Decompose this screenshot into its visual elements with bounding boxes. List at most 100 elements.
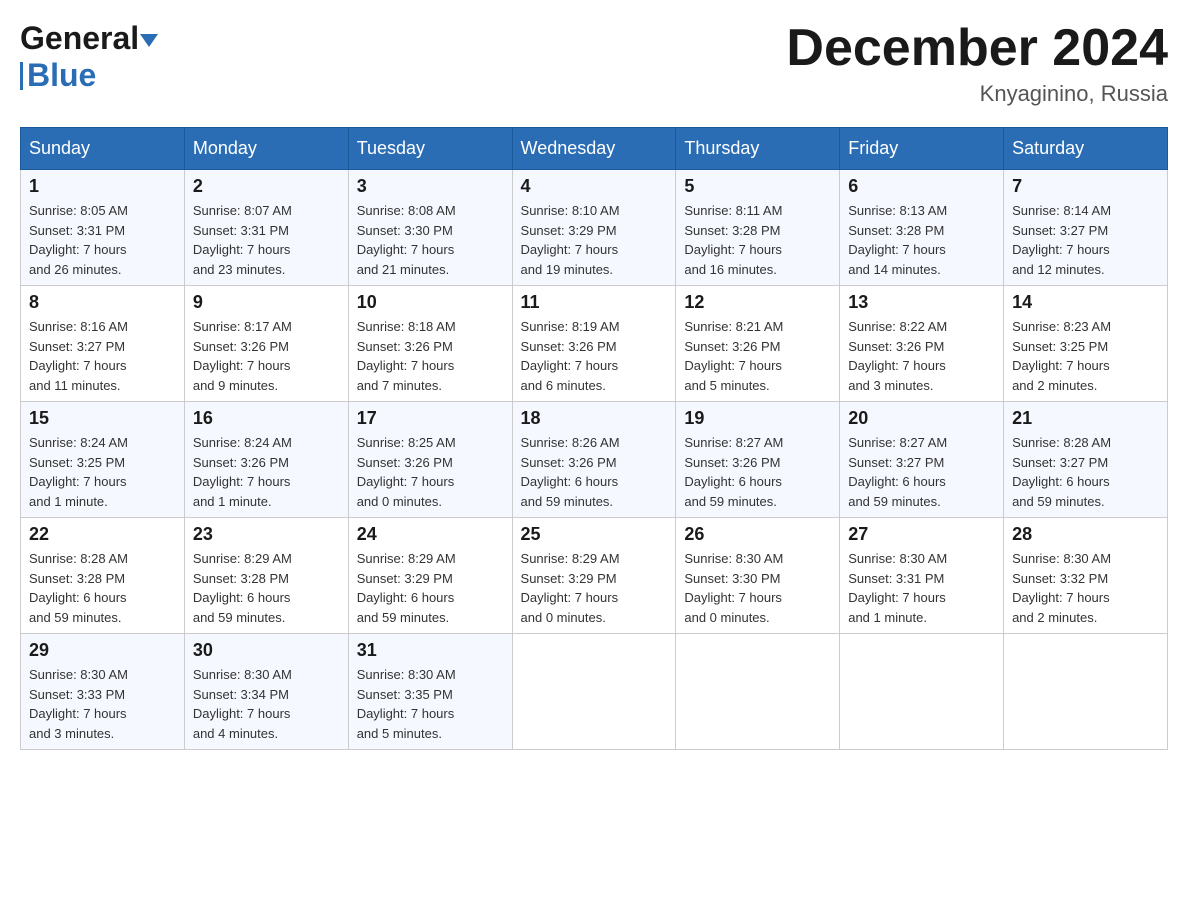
day-info: Sunrise: 8:30 AMSunset: 3:34 PMDaylight:… — [193, 665, 340, 743]
col-tuesday: Tuesday — [348, 128, 512, 170]
table-row — [840, 634, 1004, 750]
day-number: 17 — [357, 408, 504, 429]
table-row: 22 Sunrise: 8:28 AMSunset: 3:28 PMDaylig… — [21, 518, 185, 634]
table-row: 18 Sunrise: 8:26 AMSunset: 3:26 PMDaylig… — [512, 402, 676, 518]
logo-triangle-icon — [140, 34, 158, 47]
day-info: Sunrise: 8:26 AMSunset: 3:26 PMDaylight:… — [521, 433, 668, 511]
logo: General Blue — [20, 20, 158, 94]
day-number: 4 — [521, 176, 668, 197]
day-info: Sunrise: 8:27 AMSunset: 3:27 PMDaylight:… — [848, 433, 995, 511]
day-number: 3 — [357, 176, 504, 197]
table-row: 3 Sunrise: 8:08 AMSunset: 3:30 PMDayligh… — [348, 170, 512, 286]
day-info: Sunrise: 8:05 AMSunset: 3:31 PMDaylight:… — [29, 201, 176, 279]
day-info: Sunrise: 8:16 AMSunset: 3:27 PMDaylight:… — [29, 317, 176, 395]
day-number: 7 — [1012, 176, 1159, 197]
day-info: Sunrise: 8:30 AMSunset: 3:35 PMDaylight:… — [357, 665, 504, 743]
table-row — [1004, 634, 1168, 750]
table-row: 14 Sunrise: 8:23 AMSunset: 3:25 PMDaylig… — [1004, 286, 1168, 402]
table-row: 8 Sunrise: 8:16 AMSunset: 3:27 PMDayligh… — [21, 286, 185, 402]
logo-bar-icon — [20, 62, 23, 90]
day-number: 2 — [193, 176, 340, 197]
table-row: 31 Sunrise: 8:30 AMSunset: 3:35 PMDaylig… — [348, 634, 512, 750]
page-header: General Blue December 2024 Knyaginino, R… — [20, 20, 1168, 107]
col-sunday: Sunday — [21, 128, 185, 170]
table-row: 23 Sunrise: 8:29 AMSunset: 3:28 PMDaylig… — [184, 518, 348, 634]
day-info: Sunrise: 8:11 AMSunset: 3:28 PMDaylight:… — [684, 201, 831, 279]
day-number: 26 — [684, 524, 831, 545]
day-info: Sunrise: 8:13 AMSunset: 3:28 PMDaylight:… — [848, 201, 995, 279]
table-row — [676, 634, 840, 750]
table-row: 26 Sunrise: 8:30 AMSunset: 3:30 PMDaylig… — [676, 518, 840, 634]
day-number: 24 — [357, 524, 504, 545]
day-number: 1 — [29, 176, 176, 197]
day-info: Sunrise: 8:25 AMSunset: 3:26 PMDaylight:… — [357, 433, 504, 511]
day-number: 23 — [193, 524, 340, 545]
day-number: 9 — [193, 292, 340, 313]
day-number: 6 — [848, 176, 995, 197]
logo-general-text: General — [20, 20, 139, 57]
table-row: 2 Sunrise: 8:07 AMSunset: 3:31 PMDayligh… — [184, 170, 348, 286]
day-number: 16 — [193, 408, 340, 429]
calendar-week-1: 1 Sunrise: 8:05 AMSunset: 3:31 PMDayligh… — [21, 170, 1168, 286]
table-row: 10 Sunrise: 8:18 AMSunset: 3:26 PMDaylig… — [348, 286, 512, 402]
table-row: 9 Sunrise: 8:17 AMSunset: 3:26 PMDayligh… — [184, 286, 348, 402]
day-number: 8 — [29, 292, 176, 313]
month-title: December 2024 — [786, 20, 1168, 77]
day-info: Sunrise: 8:14 AMSunset: 3:27 PMDaylight:… — [1012, 201, 1159, 279]
day-info: Sunrise: 8:27 AMSunset: 3:26 PMDaylight:… — [684, 433, 831, 511]
day-info: Sunrise: 8:29 AMSunset: 3:28 PMDaylight:… — [193, 549, 340, 627]
day-number: 14 — [1012, 292, 1159, 313]
table-row: 4 Sunrise: 8:10 AMSunset: 3:29 PMDayligh… — [512, 170, 676, 286]
col-thursday: Thursday — [676, 128, 840, 170]
table-row: 12 Sunrise: 8:21 AMSunset: 3:26 PMDaylig… — [676, 286, 840, 402]
day-info: Sunrise: 8:29 AMSunset: 3:29 PMDaylight:… — [521, 549, 668, 627]
day-number: 15 — [29, 408, 176, 429]
day-number: 10 — [357, 292, 504, 313]
calendar-week-3: 15 Sunrise: 8:24 AMSunset: 3:25 PMDaylig… — [21, 402, 1168, 518]
day-info: Sunrise: 8:10 AMSunset: 3:29 PMDaylight:… — [521, 201, 668, 279]
day-info: Sunrise: 8:07 AMSunset: 3:31 PMDaylight:… — [193, 201, 340, 279]
calendar-week-4: 22 Sunrise: 8:28 AMSunset: 3:28 PMDaylig… — [21, 518, 1168, 634]
day-number: 25 — [521, 524, 668, 545]
table-row: 16 Sunrise: 8:24 AMSunset: 3:26 PMDaylig… — [184, 402, 348, 518]
day-number: 5 — [684, 176, 831, 197]
day-info: Sunrise: 8:30 AMSunset: 3:32 PMDaylight:… — [1012, 549, 1159, 627]
day-info: Sunrise: 8:18 AMSunset: 3:26 PMDaylight:… — [357, 317, 504, 395]
table-row — [512, 634, 676, 750]
day-number: 20 — [848, 408, 995, 429]
day-info: Sunrise: 8:29 AMSunset: 3:29 PMDaylight:… — [357, 549, 504, 627]
day-info: Sunrise: 8:19 AMSunset: 3:26 PMDaylight:… — [521, 317, 668, 395]
day-number: 31 — [357, 640, 504, 661]
day-number: 22 — [29, 524, 176, 545]
calendar-header-row: Sunday Monday Tuesday Wednesday Thursday… — [21, 128, 1168, 170]
day-info: Sunrise: 8:30 AMSunset: 3:33 PMDaylight:… — [29, 665, 176, 743]
day-number: 18 — [521, 408, 668, 429]
day-info: Sunrise: 8:30 AMSunset: 3:31 PMDaylight:… — [848, 549, 995, 627]
logo-blue-text: Blue — [27, 57, 96, 94]
table-row: 11 Sunrise: 8:19 AMSunset: 3:26 PMDaylig… — [512, 286, 676, 402]
day-number: 11 — [521, 292, 668, 313]
day-number: 12 — [684, 292, 831, 313]
table-row: 29 Sunrise: 8:30 AMSunset: 3:33 PMDaylig… — [21, 634, 185, 750]
calendar-week-2: 8 Sunrise: 8:16 AMSunset: 3:27 PMDayligh… — [21, 286, 1168, 402]
day-number: 19 — [684, 408, 831, 429]
table-row: 13 Sunrise: 8:22 AMSunset: 3:26 PMDaylig… — [840, 286, 1004, 402]
day-info: Sunrise: 8:28 AMSunset: 3:27 PMDaylight:… — [1012, 433, 1159, 511]
day-number: 21 — [1012, 408, 1159, 429]
table-row: 20 Sunrise: 8:27 AMSunset: 3:27 PMDaylig… — [840, 402, 1004, 518]
table-row: 17 Sunrise: 8:25 AMSunset: 3:26 PMDaylig… — [348, 402, 512, 518]
col-wednesday: Wednesday — [512, 128, 676, 170]
day-info: Sunrise: 8:23 AMSunset: 3:25 PMDaylight:… — [1012, 317, 1159, 395]
table-row: 25 Sunrise: 8:29 AMSunset: 3:29 PMDaylig… — [512, 518, 676, 634]
col-friday: Friday — [840, 128, 1004, 170]
table-row: 19 Sunrise: 8:27 AMSunset: 3:26 PMDaylig… — [676, 402, 840, 518]
table-row: 27 Sunrise: 8:30 AMSunset: 3:31 PMDaylig… — [840, 518, 1004, 634]
table-row: 21 Sunrise: 8:28 AMSunset: 3:27 PMDaylig… — [1004, 402, 1168, 518]
table-row: 6 Sunrise: 8:13 AMSunset: 3:28 PMDayligh… — [840, 170, 1004, 286]
day-info: Sunrise: 8:28 AMSunset: 3:28 PMDaylight:… — [29, 549, 176, 627]
table-row: 7 Sunrise: 8:14 AMSunset: 3:27 PMDayligh… — [1004, 170, 1168, 286]
day-number: 30 — [193, 640, 340, 661]
col-saturday: Saturday — [1004, 128, 1168, 170]
table-row: 24 Sunrise: 8:29 AMSunset: 3:29 PMDaylig… — [348, 518, 512, 634]
day-info: Sunrise: 8:22 AMSunset: 3:26 PMDaylight:… — [848, 317, 995, 395]
